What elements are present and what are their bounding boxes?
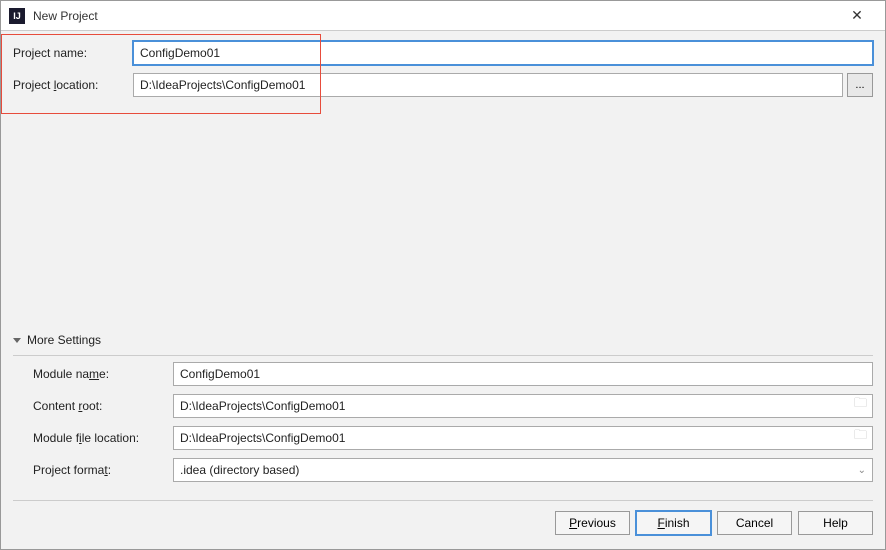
browse-location-button[interactable]: ... [847,73,873,97]
module-file-location-input[interactable] [173,426,873,450]
more-settings-label: More Settings [27,333,101,347]
project-location-label: Project location: [13,78,133,92]
project-format-row: Project format: .idea (directory based) … [33,458,873,482]
help-button[interactable]: Help [798,511,873,535]
module-file-location-label: Module file location: [33,431,173,445]
close-button[interactable]: ✕ [837,2,877,30]
app-icon: IJ [9,8,25,24]
project-format-value: .idea (directory based) [180,463,299,477]
module-name-input[interactable] [173,362,873,386]
cancel-button[interactable]: Cancel [717,511,792,535]
section-separator [13,355,873,356]
chevron-down-icon: ⌄ [858,465,866,476]
more-settings-section: More Settings Module name: Content root:… [13,333,873,490]
dialog-content: Project name: Project location: ... More… [1,31,885,549]
content-root-row: Content root: 🗀 [33,394,873,418]
content-root-label: Content root: [33,399,173,413]
project-name-label: Project name: [13,46,133,60]
module-name-label: Module name: [33,367,173,381]
module-name-row: Module name: [33,362,873,386]
module-file-location-row: Module file location: 🗀 [33,426,873,450]
more-settings-toggle[interactable]: More Settings [13,333,873,347]
finish-button[interactable]: Finish [636,511,711,535]
titlebar: IJ New Project ✕ [1,1,885,31]
previous-button[interactable]: Previous [555,511,630,535]
project-format-label: Project format: [33,463,173,477]
button-bar: Previous Finish Cancel Help [13,500,873,539]
content-root-input[interactable] [173,394,873,418]
project-location-row: Project location: ... [13,73,873,97]
project-name-input[interactable] [133,41,873,65]
project-location-input[interactable] [133,73,843,97]
project-name-row: Project name: [13,41,873,65]
window-title: New Project [33,9,837,23]
chevron-down-icon [13,338,21,343]
project-format-select[interactable]: .idea (directory based) ⌄ [173,458,873,482]
spacer [13,105,873,333]
